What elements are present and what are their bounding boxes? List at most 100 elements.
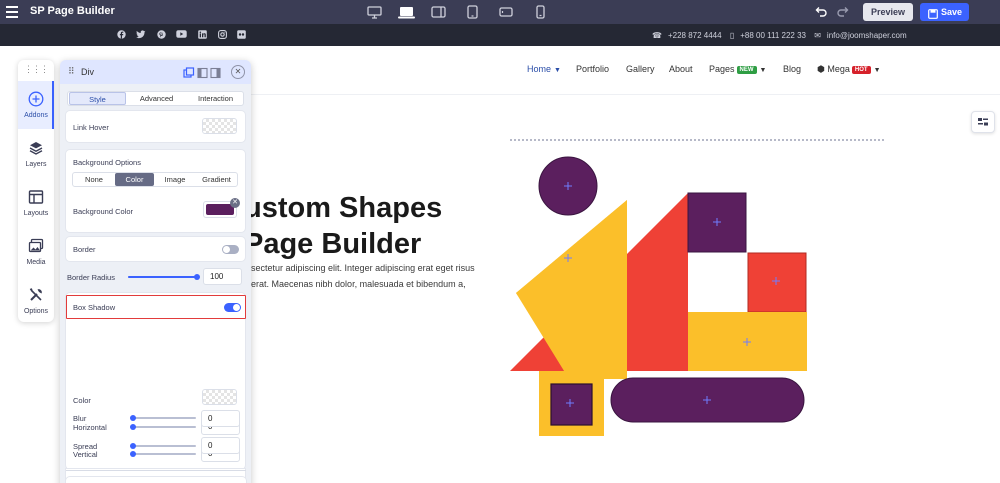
mobile-icon[interactable] [528,3,552,21]
tab-style[interactable]: Style [69,92,126,105]
plus-circle-icon [28,91,44,107]
custom-shapes-canvas [510,156,807,436]
laptop-icon[interactable] [394,3,418,21]
hero-heading-line: ustom Shapes [244,192,443,224]
builder-sidebar: ⋮⋮⋮ Addons Layers Layouts Media Options [18,60,54,322]
contact-info: ☎ +228 872 4444 ▯ +88 00 111 222 33 ✉ info@… [652,31,913,40]
link-hover-color-picker[interactable] [202,118,237,134]
desktop-icon[interactable] [362,3,386,21]
phone-secondary[interactable]: +88 00 111 222 33 [740,31,806,40]
sidebar-item-layers[interactable]: Layers [18,130,54,178]
chevron-down-icon: ▼ [554,67,561,74]
nav-label: Pages [709,64,735,74]
mobile-landscape-icon[interactable] [494,3,518,21]
spread-input[interactable]: 0 [201,437,240,454]
bg-type-none[interactable]: None [74,173,114,186]
border-card: Border [66,237,245,261]
nav-item-portfolio[interactable]: Portfolio [576,64,609,74]
nav-label: Mega [827,64,850,74]
background-color-label: Background Color [73,207,134,216]
bg-type-color[interactable]: Color [115,173,154,186]
new-badge: NEW [736,66,757,74]
border-toggle[interactable] [222,245,239,254]
box-shadow-label: Box Shadow [73,303,116,312]
border-radius-slider[interactable] [128,274,200,280]
panel-view-controls [183,66,221,79]
nav-label: Home [527,64,552,74]
chevron-down-icon: ▼ [759,67,767,74]
phone-icon: ☎ [652,31,662,40]
bg-type-gradient[interactable]: Gradient [196,173,237,186]
vertical-slider[interactable] [130,451,196,457]
cube-icon: ⬢ [817,64,825,74]
dock-left-icon [197,67,208,79]
email-link[interactable]: info@joomshaper.com [827,31,907,40]
box-shadow-toggle[interactable] [224,303,241,312]
hero-heading: ustom Shapes Page Builder [244,190,504,262]
panel-tabs: Style Advanced Interaction [67,91,244,106]
blur-slider[interactable] [130,415,196,421]
popout-icon [183,67,195,78]
clear-color-icon[interactable]: ✕ [230,198,240,208]
spread-slider[interactable] [130,443,196,449]
linkedin-icon[interactable] [197,30,207,40]
sidebar-item-media[interactable]: Media [18,228,54,276]
vertical-label: Vertical [73,450,98,459]
tab-advanced[interactable]: Advanced [128,92,185,105]
hero-paragraph-line: erat. Maecenas nibh dolor, malesuada et … [251,279,466,289]
purple-inner-square-shape[interactable] [550,383,593,426]
nav-item-gallery[interactable]: Gallery [626,64,655,74]
drag-handle-icon[interactable]: ⠿ [68,66,75,77]
redo-icon[interactable] [836,5,850,19]
close-icon[interactable]: ✕ [231,65,245,79]
horizontal-slider[interactable] [130,424,196,430]
preview-button[interactable]: Preview [863,3,913,21]
builder-topbar: SP Page Builder Preview Save [0,0,1000,24]
phone-primary[interactable]: +228 872 4444 [668,31,722,40]
hero-paragraph-line: sectetur adipiscing elit. Integer adipis… [251,263,475,273]
youtube-icon[interactable] [176,30,187,40]
link-hover-label: Link Hover [73,123,109,132]
nav-item-pages[interactable]: Pages NEW ▼ [709,64,766,74]
nav-item-mega[interactable]: ⬢ Mega HOT ▼ [817,64,881,75]
bg-type-image[interactable]: Image [155,173,195,186]
save-icon [928,7,938,19]
site-topbar: ☎ +228 872 4444 ▯ +88 00 111 222 33 ✉ info@… [0,24,1000,46]
mail-icon: ✉ [814,31,821,40]
tablet-landscape-icon[interactable] [426,3,450,21]
flickr-icon[interactable] [236,30,246,40]
tablet-icon[interactable] [460,3,484,21]
sidebar-item-label: Media [26,259,46,266]
mobile-phone-icon: ▯ [729,31,735,40]
blur-label: Blur [73,414,87,423]
nav-item-home[interactable]: Home ▼ [527,64,561,74]
hot-badge: HOT [851,66,871,74]
nav-item-blog[interactable]: Blog [783,64,801,74]
nav-item-about[interactable]: About [669,64,693,74]
chevron-down-icon: ▼ [873,67,881,74]
shadow-color-picker[interactable] [202,389,237,405]
pinterest-icon[interactable] [156,30,166,40]
menu-icon[interactable] [6,6,18,18]
sidebar-item-addons[interactable]: Addons [18,81,54,129]
instagram-icon[interactable] [217,30,227,40]
sidebar-item-options[interactable]: Options [18,277,54,325]
section-settings-button[interactable] [971,111,995,133]
sidebar-item-layouts[interactable]: Layouts [18,179,54,227]
red-square-shape[interactable] [747,252,807,313]
background-options-card: Background Options None Color Image Grad… [66,150,245,232]
hero-heading-line: Page Builder [244,228,422,260]
border-radius-label: Border Radius [67,273,115,282]
border-radius-input[interactable]: 100 [203,268,242,285]
undo-icon[interactable] [814,5,828,19]
drag-handle-icon[interactable]: ⋮⋮⋮ [18,64,54,75]
facebook-icon[interactable] [116,30,126,40]
dock-right-icon [210,67,221,79]
layers-icon [28,140,44,156]
twitter-icon[interactable] [136,30,146,40]
panel-title: Div [81,67,94,77]
blur-input[interactable]: 0 [201,410,240,427]
border-label: Border [73,245,96,254]
tab-interaction[interactable]: Interaction [187,92,244,105]
save-button[interactable]: Save [920,3,969,21]
